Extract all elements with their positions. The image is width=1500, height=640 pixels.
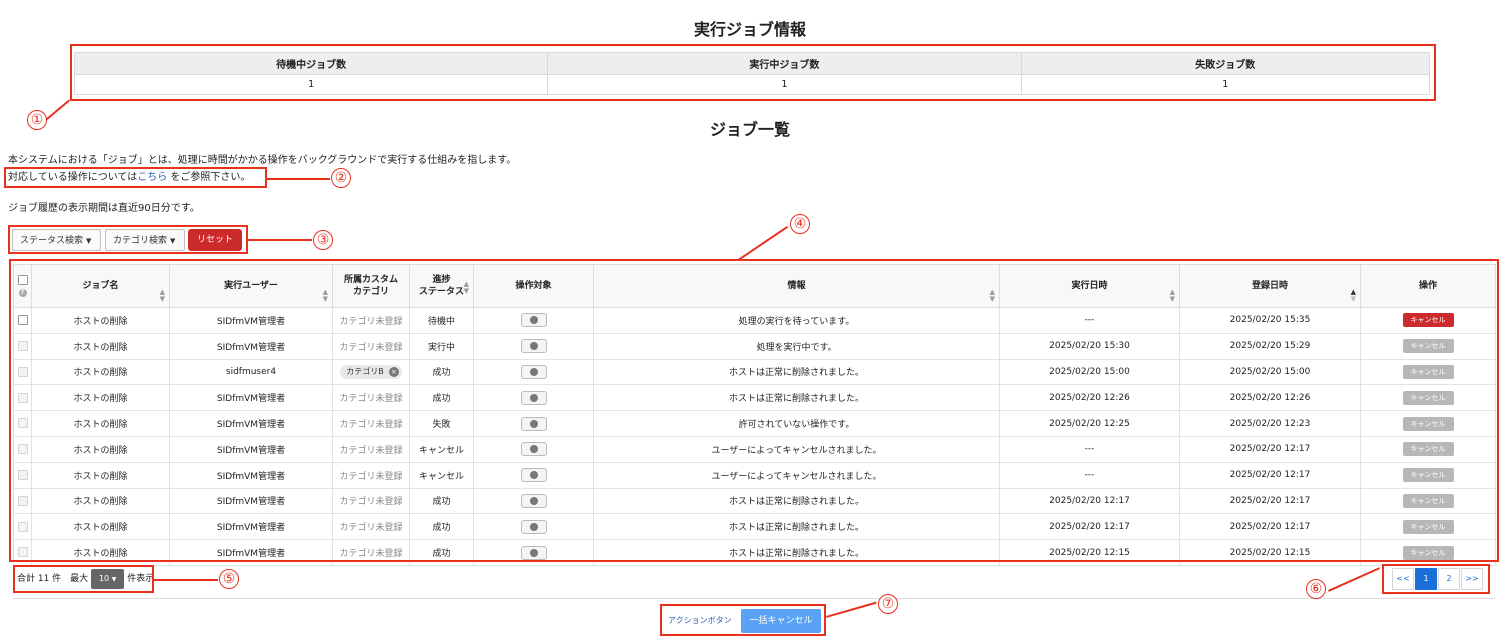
annotation-number-3: ③ xyxy=(313,230,333,250)
annotation-number-6: ⑥ xyxy=(1306,579,1326,599)
annotation-box-7 xyxy=(660,604,826,636)
annotation-box-1 xyxy=(70,44,1436,101)
annotation-number-4: ④ xyxy=(790,214,810,234)
annotation-box-2 xyxy=(4,167,267,188)
annotation-box-6 xyxy=(1382,564,1490,594)
annotation-box-4 xyxy=(9,259,1499,562)
annotation-number-5: ⑤ xyxy=(219,569,239,589)
annotation-line-6 xyxy=(1328,567,1380,592)
annotation-line-3 xyxy=(248,239,312,241)
annotation-box-5 xyxy=(13,565,154,593)
summary-title: 実行ジョブ情報 xyxy=(693,20,806,39)
annotation-number-1: ① xyxy=(27,110,47,130)
job-list-title: ジョブ一覧 xyxy=(709,120,790,139)
annotation-number-2: ② xyxy=(331,168,351,188)
annotation-line-5 xyxy=(154,579,218,581)
divider xyxy=(13,598,1495,599)
description-line-3: ジョブ履歴の表示期間は直近90日分です。 xyxy=(8,203,200,214)
annotation-line-4 xyxy=(738,226,789,261)
annotation-line-7 xyxy=(826,601,877,618)
annotation-number-7: ⑦ xyxy=(878,594,898,614)
annotation-line-2 xyxy=(267,178,330,180)
description-line-1: 本システムにおける「ジョブ」とは、処理に時間がかかる操作をバックグラウンドで実行… xyxy=(8,155,517,166)
annotation-box-3 xyxy=(8,225,248,254)
